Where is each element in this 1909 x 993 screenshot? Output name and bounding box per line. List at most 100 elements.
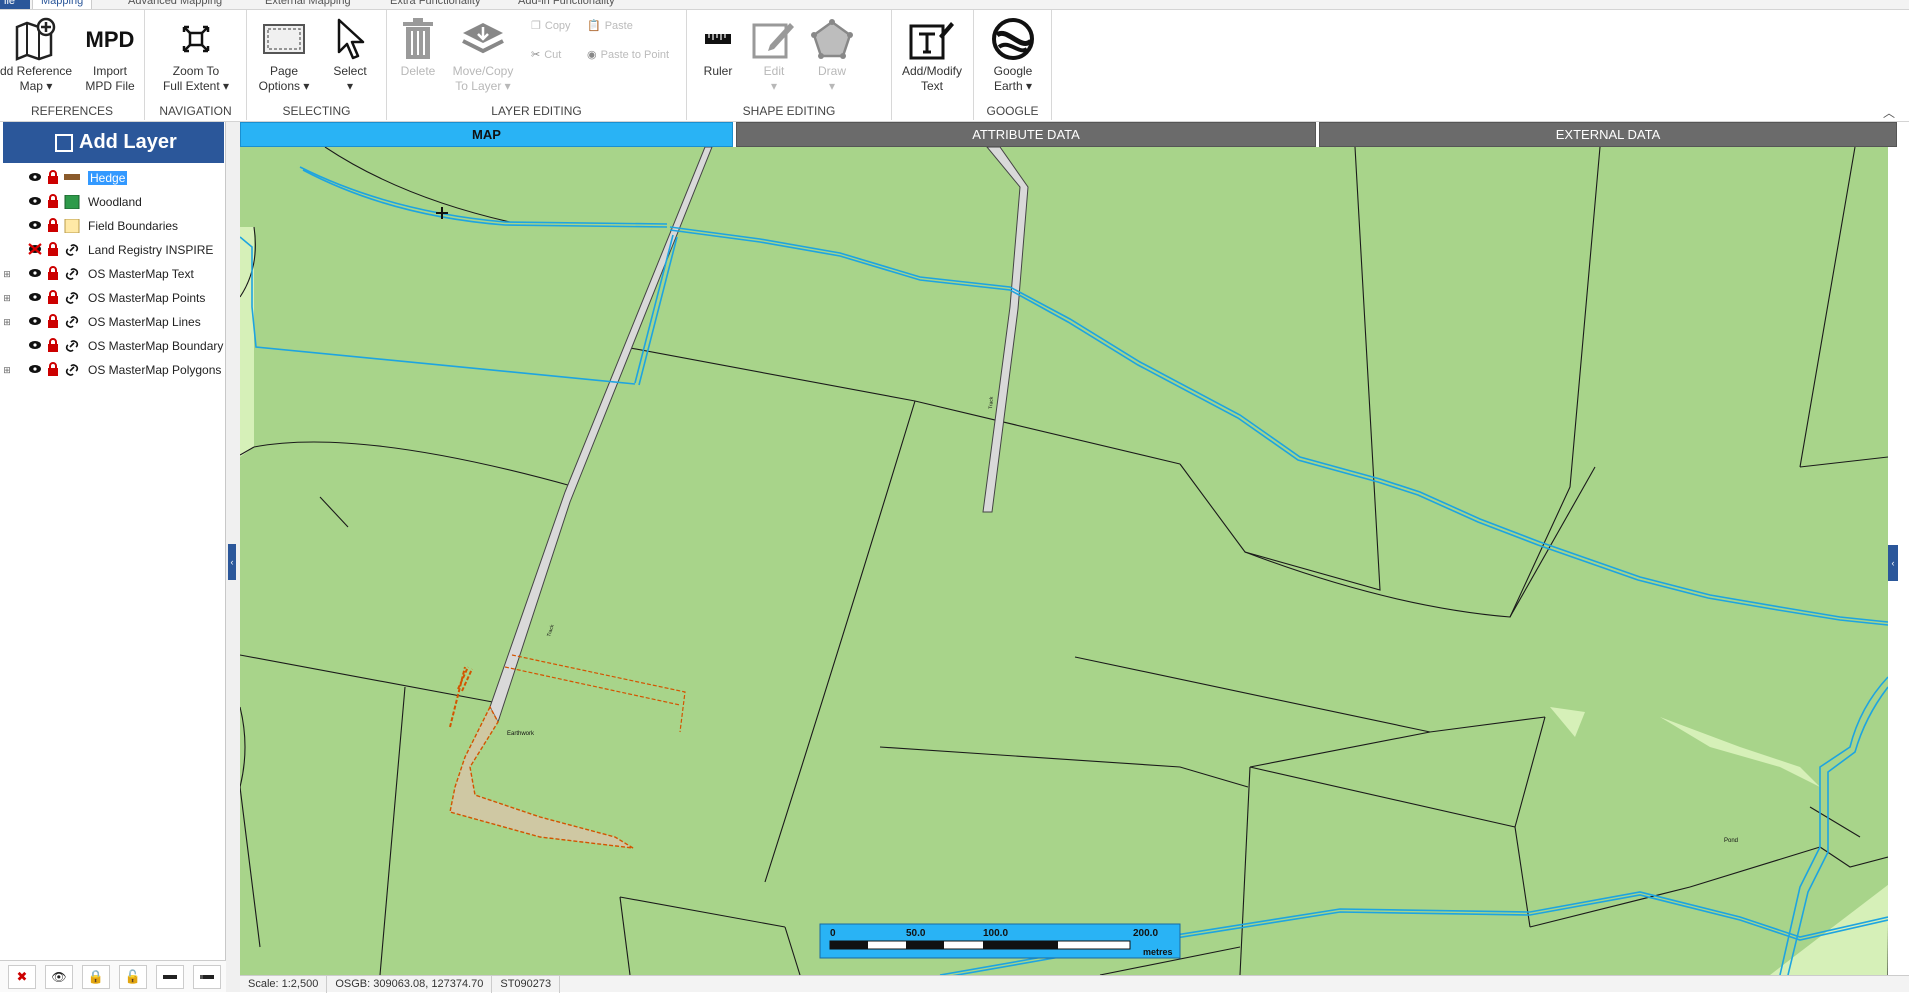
delete-label: Delete [400, 64, 436, 78]
layer-row[interactable]: ⊞ OS MasterMap Lines [0, 311, 224, 333]
mpd-icon: MPD [85, 26, 135, 52]
google-earth-icon [978, 14, 1048, 64]
hedge-dashed-outline[interactable] [504, 654, 686, 733]
import-mpd-button[interactable]: MPD Import MPD File [76, 14, 144, 94]
layer-name[interactable]: Hedge [88, 171, 128, 185]
layer-row[interactable]: Land Registry INSPIRE [0, 239, 224, 261]
group-label-selecting: SELECTING [282, 104, 351, 118]
expand-toggle-icon[interactable]: ⊞ [0, 269, 14, 280]
lock-icon[interactable] [44, 289, 62, 307]
google-earth-button[interactable]: Google Earth ▾ [978, 14, 1048, 94]
tab-external-data[interactable]: EXTERNAL DATA [1319, 122, 1897, 147]
layer-name[interactable]: OS MasterMap Points [88, 291, 205, 305]
plus-bar-icon [200, 975, 214, 979]
map-svg[interactable]: Earthwork Track Track Pond 0 50.0 100.0 … [240, 147, 1888, 975]
layer-row[interactable]: Hedge [0, 167, 224, 189]
layer-row[interactable]: OS MasterMap Boundary [0, 335, 224, 357]
tab-addin-functionality[interactable]: Add-in Functionality [518, 0, 615, 9]
lock-icon[interactable] [44, 265, 62, 283]
cut-button[interactable]: ✂ Cut [531, 48, 561, 62]
lock-icon[interactable] [44, 193, 62, 211]
expand-all-button[interactable] [193, 965, 221, 989]
layer-name[interactable]: Woodland [88, 195, 142, 209]
lock-icon[interactable] [44, 361, 62, 379]
tab-mapping[interactable]: Mapping [32, 0, 93, 9]
view-tabs: MAP ATTRIBUTE DATA EXTERNAL DATA [240, 122, 1898, 147]
group-label-layer-editing: LAYER EDITING [491, 104, 582, 118]
eye-icon[interactable] [26, 219, 44, 233]
lock-icon[interactable] [44, 313, 62, 331]
layer-name[interactable]: Land Registry INSPIRE [88, 243, 213, 257]
page-options-button[interactable]: Page Options ▾ [253, 14, 315, 94]
zoom-full-extent-button[interactable]: Zoom To Full Extent ▾ [147, 14, 245, 94]
group-label-navigation: NAVIGATION [159, 104, 232, 118]
panel-splitter[interactable]: ‹ [226, 122, 240, 992]
edit-button[interactable]: Edit ▾ [747, 14, 801, 94]
move-copy-to-layer-button[interactable]: Move/Copy To Layer ▾ [447, 14, 519, 94]
collapse-all-button[interactable] [156, 965, 184, 989]
add-modify-text-button[interactable]: Add/Modify Text [892, 14, 972, 94]
expand-toggle-icon[interactable]: ⊞ [0, 293, 14, 304]
lock-icon[interactable] [44, 241, 62, 259]
layer-name[interactable]: Field Boundaries [88, 219, 178, 233]
add-reference-map-button[interactable]: dd Reference Map ▾ [0, 14, 72, 94]
add-layer-button[interactable]: Add Layer [3, 122, 224, 163]
lock-icon[interactable] [44, 337, 62, 355]
collapse-ribbon-icon[interactable]: ︿ [1883, 104, 1895, 121]
lock-all-button[interactable]: 🔒 [82, 965, 110, 989]
field-boundaries [240, 147, 1888, 975]
add-reference-map-label: dd Reference Map ▾ [0, 64, 73, 93]
expand-toggle-icon[interactable]: ⊞ [0, 317, 14, 328]
collapse-right-icon[interactable]: ‹ [1888, 545, 1898, 581]
layer-name[interactable]: OS MasterMap Polygons [88, 363, 221, 377]
layer-name[interactable]: OS MasterMap Lines [88, 315, 201, 329]
select-button[interactable]: Select ▾ [319, 14, 381, 94]
pencil-edit-icon [747, 14, 801, 64]
lock-icon[interactable] [44, 217, 62, 235]
group-label-shape-editing: SHAPE EDITING [742, 104, 836, 118]
tab-file[interactable]: ile [0, 0, 30, 9]
paste-to-point-button[interactable]: ◉ Paste to Point [587, 48, 669, 62]
expand-toggle-icon[interactable]: ⊞ [0, 365, 14, 376]
eye-icon[interactable] [26, 171, 44, 185]
collapse-left-icon[interactable]: ‹ [228, 544, 236, 580]
add-modify-text-label: Add/Modify Text [901, 64, 963, 93]
tab-external-mapping[interactable]: External Mapping [265, 0, 351, 9]
show-all-button[interactable]: 👁 [45, 965, 73, 989]
eye-icon[interactable] [26, 339, 44, 353]
layer-row[interactable]: Woodland [0, 191, 224, 213]
tab-map[interactable]: MAP [240, 122, 733, 147]
eye-icon[interactable] [26, 195, 44, 209]
lock-icon[interactable] [44, 169, 62, 187]
tab-attribute-data[interactable]: ATTRIBUTE DATA [736, 122, 1316, 147]
hide-all-button[interactable]: ✖ [8, 965, 36, 989]
map-canvas[interactable]: Earthwork Track Track Pond 0 50.0 100.0 … [240, 147, 1888, 975]
status-bar: Scale: 1:2,500 OSGB: 309063.08, 127374.7… [240, 975, 1909, 993]
trash-icon [391, 14, 445, 64]
hedge-earthwork-shape[interactable] [449, 705, 634, 849]
layer-row[interactable]: ⊞ OS MasterMap Text [0, 263, 224, 285]
layer-name[interactable]: OS MasterMap Text [88, 267, 194, 281]
copy-button[interactable]: ❐ Copy [531, 19, 571, 33]
layer-row[interactable]: ⊞ OS MasterMap Points [0, 287, 224, 309]
eye-icon[interactable] [26, 363, 44, 377]
eye-icon[interactable] [26, 315, 44, 329]
map-add-icon [0, 14, 72, 64]
layer-row[interactable]: ⊞ OS MasterMap Polygons [0, 359, 224, 381]
paste-button[interactable]: 📋 Paste [587, 19, 633, 33]
map-label-earthwork: Earthwork [507, 731, 535, 737]
ribbon: dd Reference Map ▾ MPD Import MPD File R… [0, 10, 1909, 122]
ruler-button[interactable]: Ruler [693, 14, 743, 79]
unlock-all-button[interactable]: 🔓 [119, 965, 147, 989]
draw-button[interactable]: Draw ▾ [805, 14, 859, 94]
eye-icon[interactable] [26, 267, 44, 281]
import-mpd-label: Import MPD File [85, 64, 135, 93]
tab-advanced-mapping[interactable]: Advanced Mapping [128, 0, 222, 9]
page-options-icon [253, 14, 315, 64]
layer-name[interactable]: OS MasterMap Boundary [88, 339, 223, 353]
layer-row[interactable]: Field Boundaries [0, 215, 224, 237]
eye-icon[interactable] [26, 291, 44, 305]
eye-crossed-icon[interactable] [26, 242, 44, 258]
delete-button[interactable]: Delete [391, 14, 445, 79]
tab-extra-functionality[interactable]: Extra Functionality [390, 0, 480, 9]
